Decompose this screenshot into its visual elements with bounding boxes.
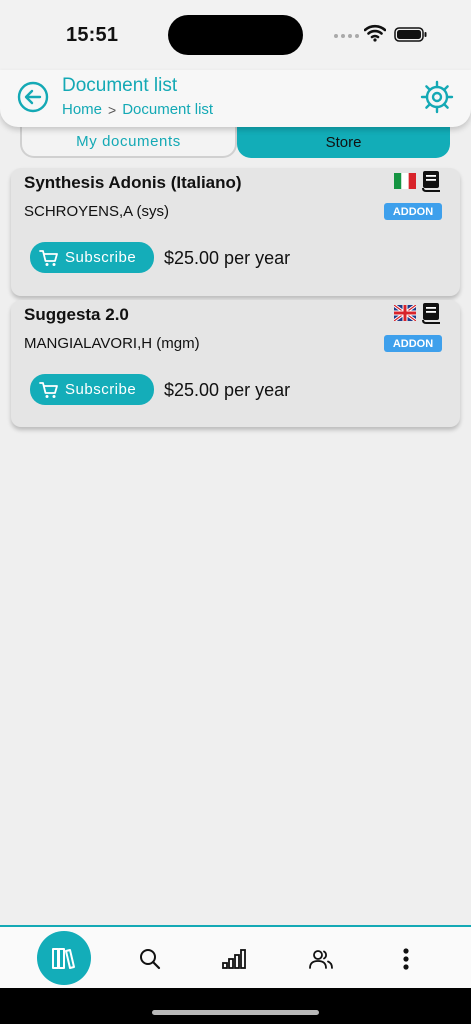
cellular-signal-icon: [334, 34, 359, 38]
tab-store[interactable]: Store: [237, 126, 450, 158]
addon-badge: ADDON: [384, 335, 442, 352]
nav-search[interactable]: [122, 931, 178, 987]
document-title: Suggesta 2.0: [24, 305, 129, 324]
page-title: Document list: [62, 75, 178, 96]
nav-stats[interactable]: [207, 931, 263, 987]
book-icon: [422, 303, 440, 324]
home-indicator[interactable]: [152, 1010, 319, 1015]
breadcrumb-current: Document list: [122, 101, 214, 118]
italy-flag-icon: [394, 173, 416, 189]
dynamic-island: [168, 15, 303, 55]
back-arrow-icon[interactable]: [17, 81, 49, 113]
status-bar: 15:51: [0, 0, 471, 70]
settings-gear-icon[interactable]: [420, 80, 454, 114]
nav-more[interactable]: [378, 931, 434, 987]
subscribe-label: Subscribe: [65, 249, 137, 266]
battery-icon: [394, 27, 427, 42]
cart-icon: [39, 249, 58, 266]
subscribe-button[interactable]: Subscribe: [30, 242, 154, 273]
wifi-icon: [364, 24, 386, 42]
breadcrumb: Home > Document list: [62, 101, 213, 118]
addon-badge: ADDON: [384, 203, 442, 220]
search-icon: [140, 949, 161, 970]
breadcrumb-separator: >: [108, 101, 117, 118]
tab-my-documents[interactable]: My documents: [20, 126, 237, 158]
document-author: SCHROYENS,A (sys): [24, 203, 170, 220]
bottom-nav: [0, 925, 471, 988]
document-author: MANGIALAVORI,H (mgm): [24, 335, 200, 352]
nav-users[interactable]: [293, 931, 349, 987]
app-header: Document list Home > Document list: [0, 70, 471, 127]
document-price: $25.00 per year: [164, 380, 291, 400]
more-vertical-icon: [403, 948, 409, 970]
users-icon: [309, 950, 333, 969]
library-icon: [52, 948, 75, 969]
home-indicator-area: [0, 988, 471, 1024]
subscribe-button[interactable]: Subscribe: [30, 374, 154, 405]
book-icon: [422, 171, 440, 192]
document-card[interactable]: Synthesis Adonis (Italiano) SCHROYENS,A …: [11, 168, 460, 296]
signal-stats-icon: [222, 949, 246, 969]
document-tabs: My documents Store: [20, 126, 450, 158]
uk-flag-icon: [394, 305, 416, 321]
document-price: $25.00 per year: [164, 248, 291, 268]
nav-library[interactable]: [37, 931, 91, 985]
status-time: 15:51: [66, 24, 119, 46]
subscribe-label: Subscribe: [65, 381, 137, 398]
document-title: Synthesis Adonis (Italiano): [24, 173, 242, 192]
document-card[interactable]: Suggesta 2.0 MANGIALAVORI,H (mgm) ADDON …: [11, 300, 460, 427]
cart-icon: [39, 381, 58, 398]
breadcrumb-home[interactable]: Home: [62, 101, 102, 118]
